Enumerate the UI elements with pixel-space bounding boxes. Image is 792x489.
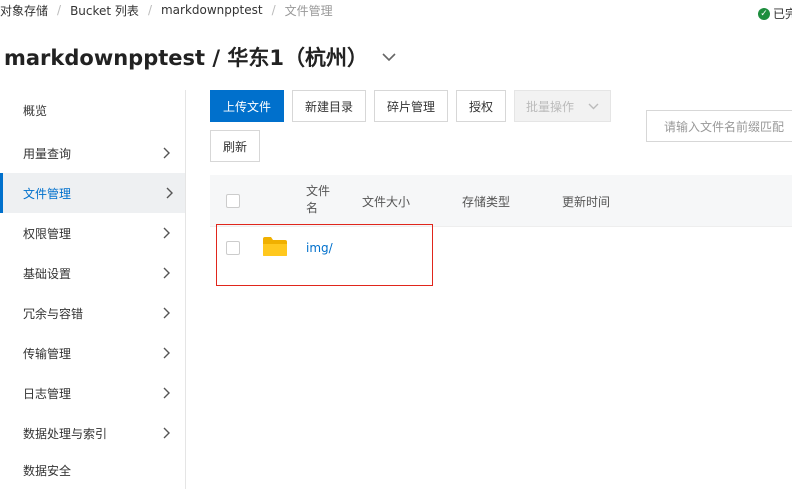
- chevron-right-icon: [163, 347, 171, 362]
- sidebar-item-permissions[interactable]: 权限管理: [0, 213, 185, 253]
- batch-operation-button: 批量操作: [514, 90, 611, 122]
- column-header-size[interactable]: 文件大小: [362, 193, 410, 210]
- sidebar-item-logs[interactable]: 日志管理: [0, 373, 185, 413]
- sidebar-item-label: 传输管理: [23, 346, 72, 361]
- chevron-right-icon: [163, 307, 171, 322]
- search-input[interactable]: 请输入文件名前缀匹配: [646, 110, 792, 142]
- sidebar-item-data-security[interactable]: 数据安全: [0, 450, 185, 489]
- breadcrumb-separator: /: [147, 3, 152, 17]
- sidebar: 概览 用量查询 文件管理 权限管理 基础设置 冗余与容错 传输管理 日志管理 数…: [0, 90, 186, 489]
- sidebar-item-label: 概览: [23, 103, 48, 118]
- chevron-right-icon: [163, 147, 171, 162]
- check-icon: ✓: [758, 7, 770, 20]
- authorize-button[interactable]: 授权: [456, 90, 506, 122]
- sidebar-item-label: 数据处理与索引: [23, 426, 108, 441]
- title-row: markdownpptest / 华东1（杭州）: [4, 42, 396, 72]
- sidebar-item-label: 日志管理: [23, 386, 72, 401]
- page-title: markdownpptest / 华东1（杭州）: [4, 46, 368, 70]
- new-directory-button[interactable]: 新建目录: [292, 90, 366, 122]
- sidebar-item-basic-settings[interactable]: 基础设置: [0, 253, 185, 293]
- breadcrumb-item-bucket[interactable]: markdownpptest: [161, 3, 263, 17]
- chevron-right-icon: [166, 187, 174, 202]
- column-header-storage-type[interactable]: 存储类型: [462, 193, 510, 210]
- breadcrumb-item-oss[interactable]: 对象存储: [0, 2, 48, 19]
- chevron-right-icon: [163, 267, 171, 282]
- sidebar-item-label: 权限管理: [23, 226, 72, 241]
- sidebar-item-file-management[interactable]: 文件管理: [0, 173, 185, 213]
- breadcrumb-separator: /: [57, 3, 62, 17]
- chevron-right-icon: [163, 427, 171, 442]
- status-text: 已完: [773, 7, 792, 21]
- chevron-down-icon[interactable]: [382, 47, 396, 66]
- batch-operation-label: 批量操作: [525, 99, 574, 114]
- sidebar-item-label: 用量查询: [23, 146, 72, 161]
- highlight-box: [216, 224, 433, 286]
- refresh-button[interactable]: 刷新: [210, 130, 260, 162]
- chevron-right-icon: [163, 227, 171, 242]
- breadcrumb-separator: /: [271, 3, 276, 17]
- sidebar-item-transfer[interactable]: 传输管理: [0, 333, 185, 373]
- sidebar-item-redundancy[interactable]: 冗余与容错: [0, 293, 185, 333]
- breadcrumb-item-bucket-list[interactable]: Bucket 列表: [70, 2, 139, 19]
- sidebar-item-usage[interactable]: 用量查询: [0, 133, 185, 173]
- status-badge: ✓ 已完: [758, 5, 792, 22]
- select-all-checkbox[interactable]: [226, 194, 240, 208]
- breadcrumb-current: 文件管理: [284, 3, 333, 18]
- breadcrumb: 对象存储 / Bucket 列表 / markdownpptest / 文件管理: [0, 2, 333, 18]
- sidebar-item-overview[interactable]: 概览: [0, 90, 185, 130]
- sidebar-item-label: 基础设置: [23, 266, 72, 281]
- sidebar-item-label: 数据安全: [23, 463, 72, 478]
- sidebar-item-data-processing[interactable]: 数据处理与索引: [0, 413, 185, 453]
- column-header-updated-time[interactable]: 更新时间: [562, 193, 610, 210]
- table-header: 文件名 文件大小 存储类型 更新时间: [210, 175, 792, 227]
- sidebar-item-label: 冗余与容错: [23, 306, 84, 321]
- column-header-name[interactable]: 文件名: [306, 183, 334, 217]
- upload-file-button[interactable]: 上传文件: [210, 90, 284, 122]
- chevron-down-icon: [588, 99, 599, 113]
- fragment-management-button[interactable]: 碎片管理: [374, 90, 448, 122]
- sidebar-item-label: 文件管理: [23, 186, 72, 201]
- chevron-right-icon: [163, 387, 171, 402]
